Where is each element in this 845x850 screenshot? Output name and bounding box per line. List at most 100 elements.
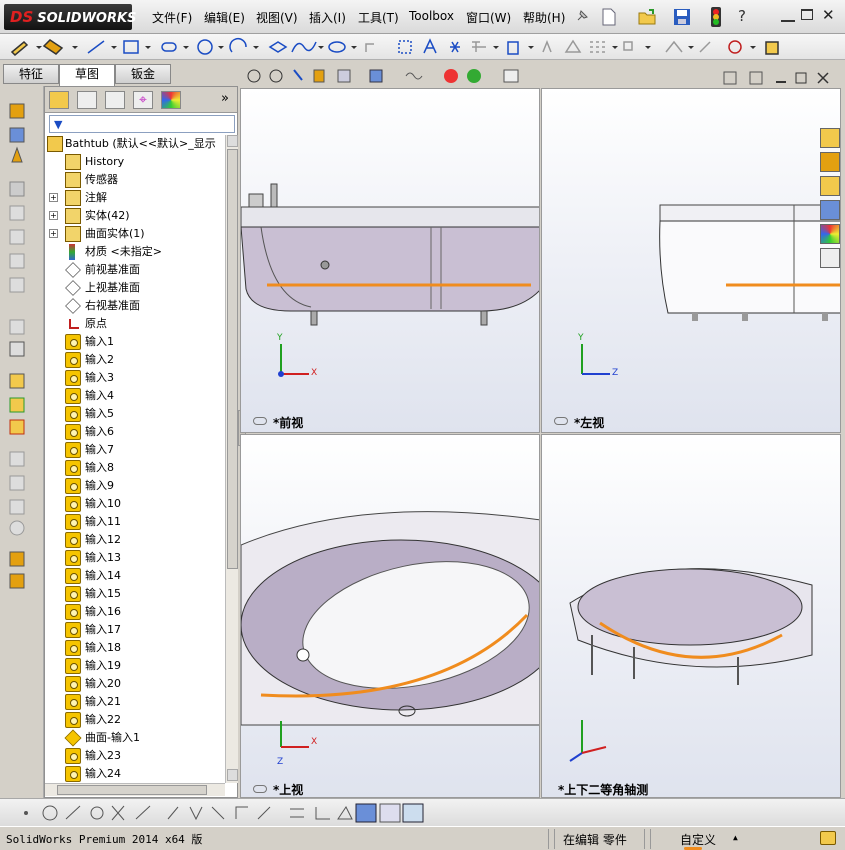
tree-item[interactable]: 输入6 [45,423,225,441]
tree-item[interactable]: 输入18 [45,639,225,657]
tree-item[interactable]: 右视基准面 [45,297,225,315]
tree-item[interactable]: 输入20 [45,675,225,693]
tree-item[interactable]: + 注解 [45,189,225,207]
tree-item[interactable]: 输入22 [45,711,225,729]
menu-view[interactable]: 视图(V) [256,9,298,26]
tree-item[interactable]: + 实体(42) [45,207,225,225]
tree-item[interactable]: 上视基准面 [45,279,225,297]
minimize-button[interactable] [781,8,795,22]
section-view-icon [313,69,325,83]
solidworks-logo[interactable]: DS SOLIDWORKS [4,4,136,30]
restore-button[interactable] [801,9,813,20]
tree-item[interactable]: + 曲面实体(1) [45,225,225,243]
expand-arrows-icon[interactable]: » [221,91,229,106]
expand-toggle-icon[interactable]: + [49,193,58,202]
tree-item[interactable]: 传感器 [45,171,225,189]
cut-sweep-icon [9,277,25,293]
save-icon[interactable] [673,8,691,26]
axis-y-label-left: Y [578,333,584,343]
sketch-tools-strip[interactable] [0,34,845,60]
viewport-top[interactable]: X Z *上视 [240,434,540,798]
tree-item[interactable]: 输入2 [45,351,225,369]
menu-edit[interactable]: 编辑(E) [204,9,245,26]
annotation-icon [65,190,81,206]
hscroll-thumb[interactable] [57,785,207,795]
menu-help[interactable]: 帮助(H) [523,9,565,26]
heads-up-view-toolbar[interactable] [246,66,546,88]
tree-item[interactable]: 输入10 [45,495,225,513]
display-manager-tab-icon[interactable] [161,91,181,109]
close-button[interactable]: ✕ [822,6,835,24]
traffic-light-icon[interactable] [710,6,722,28]
open-folder-icon[interactable] [637,7,657,27]
featuremanager-tab-icon[interactable] [49,91,69,109]
scroll-thumb[interactable] [227,149,238,569]
propertymanager-tab-icon[interactable] [77,91,97,109]
units-custom[interactable]: 自定义 [680,831,716,848]
tree-item[interactable]: 输入9 [45,477,225,495]
tree-item[interactable]: 输入13 [45,549,225,567]
tree-item[interactable]: 原点 [45,315,225,333]
tree-item[interactable]: History [45,153,225,171]
menu-file[interactable]: 文件(F) [152,9,192,26]
help-icon[interactable]: ? [738,7,754,25]
viewport-left[interactable]: Y Z *左视 [541,88,841,433]
tree-item[interactable]: 输入11 [45,513,225,531]
tree-item[interactable]: 输入15 [45,585,225,603]
pushpin-icon[interactable] [574,8,590,24]
tree-root-part[interactable]: Bathtub (默认<<默认>_显示 [45,135,225,153]
fillet-icon [365,43,374,52]
tab-sketch[interactable]: 草图 [59,64,115,86]
design-library-icon[interactable] [820,152,840,172]
tree-item[interactable]: 输入8 [45,459,225,477]
menu-toolbox[interactable]: Toolbox [409,9,454,23]
menu-window[interactable]: 窗口(W) [466,9,511,26]
tree-vertical-scrollbar[interactable] [225,135,238,783]
tree-item[interactable]: 输入14 [45,567,225,585]
units-dropdown-arrow-icon[interactable]: ▲ [733,833,738,842]
bottom-tools-strip[interactable] [0,799,845,827]
tree-root-label: Bathtub (默认<<默认>_显示 [65,137,216,150]
scroll-up-arrow-icon[interactable] [227,135,238,147]
expand-toggle-icon[interactable]: + [49,211,58,220]
viewport-front[interactable]: Y X *前视 [240,88,540,433]
new-document-icon[interactable] [600,7,618,27]
appearances-icon[interactable] [820,224,840,244]
dimxpert-tab-icon[interactable]: ⌖ [133,91,153,109]
tab-features[interactable]: 特征 [3,64,59,84]
arc-icon [229,37,247,53]
tree-item[interactable]: 前视基准面 [45,261,225,279]
viewport-iso[interactable]: *上下二等角轴测 [541,434,841,798]
tree-item[interactable]: 输入17 [45,621,225,639]
menu-tools[interactable]: 工具(T) [358,9,399,26]
tree-filter[interactable]: ▼ [49,115,235,133]
tree-horizontal-scrollbar[interactable] [45,783,225,796]
tree-item[interactable]: 输入5 [45,405,225,423]
tree-item[interactable]: 输入3 [45,369,225,387]
view-palette-icon[interactable] [820,200,840,220]
tree-item[interactable]: 曲面-输入1 [45,729,225,747]
expand-toggle-icon[interactable]: + [49,229,58,238]
tag-icon[interactable] [820,831,836,845]
custom-properties-icon[interactable] [820,248,840,268]
tree-item[interactable]: 输入7 [45,441,225,459]
configurationmanager-tab-icon[interactable] [105,91,125,109]
tree-item[interactable]: 材质 <未指定> [45,243,225,261]
tab-sheet-metal[interactable]: 钣金 [115,64,171,84]
viewport-window-controls[interactable] [722,70,842,86]
tree-item[interactable]: 输入19 [45,657,225,675]
home-icon[interactable] [820,128,840,148]
status-separator [548,829,549,849]
tree-item-label: 输入14 [85,569,121,582]
scroll-down-arrow-icon[interactable] [227,769,238,781]
tree-item[interactable]: 输入1 [45,333,225,351]
tree-item[interactable]: 输入23 [45,747,225,765]
tree-item[interactable]: 输入16 [45,603,225,621]
file-explorer-icon[interactable] [820,176,840,196]
tree-item[interactable]: 输入12 [45,531,225,549]
tree-item[interactable]: 输入4 [45,387,225,405]
menu-insert[interactable]: 插入(I) [309,9,346,26]
tree-item[interactable]: 输入24 [45,765,225,783]
tree-item[interactable]: 输入21 [45,693,225,711]
sketch-toolbar [0,34,845,60]
